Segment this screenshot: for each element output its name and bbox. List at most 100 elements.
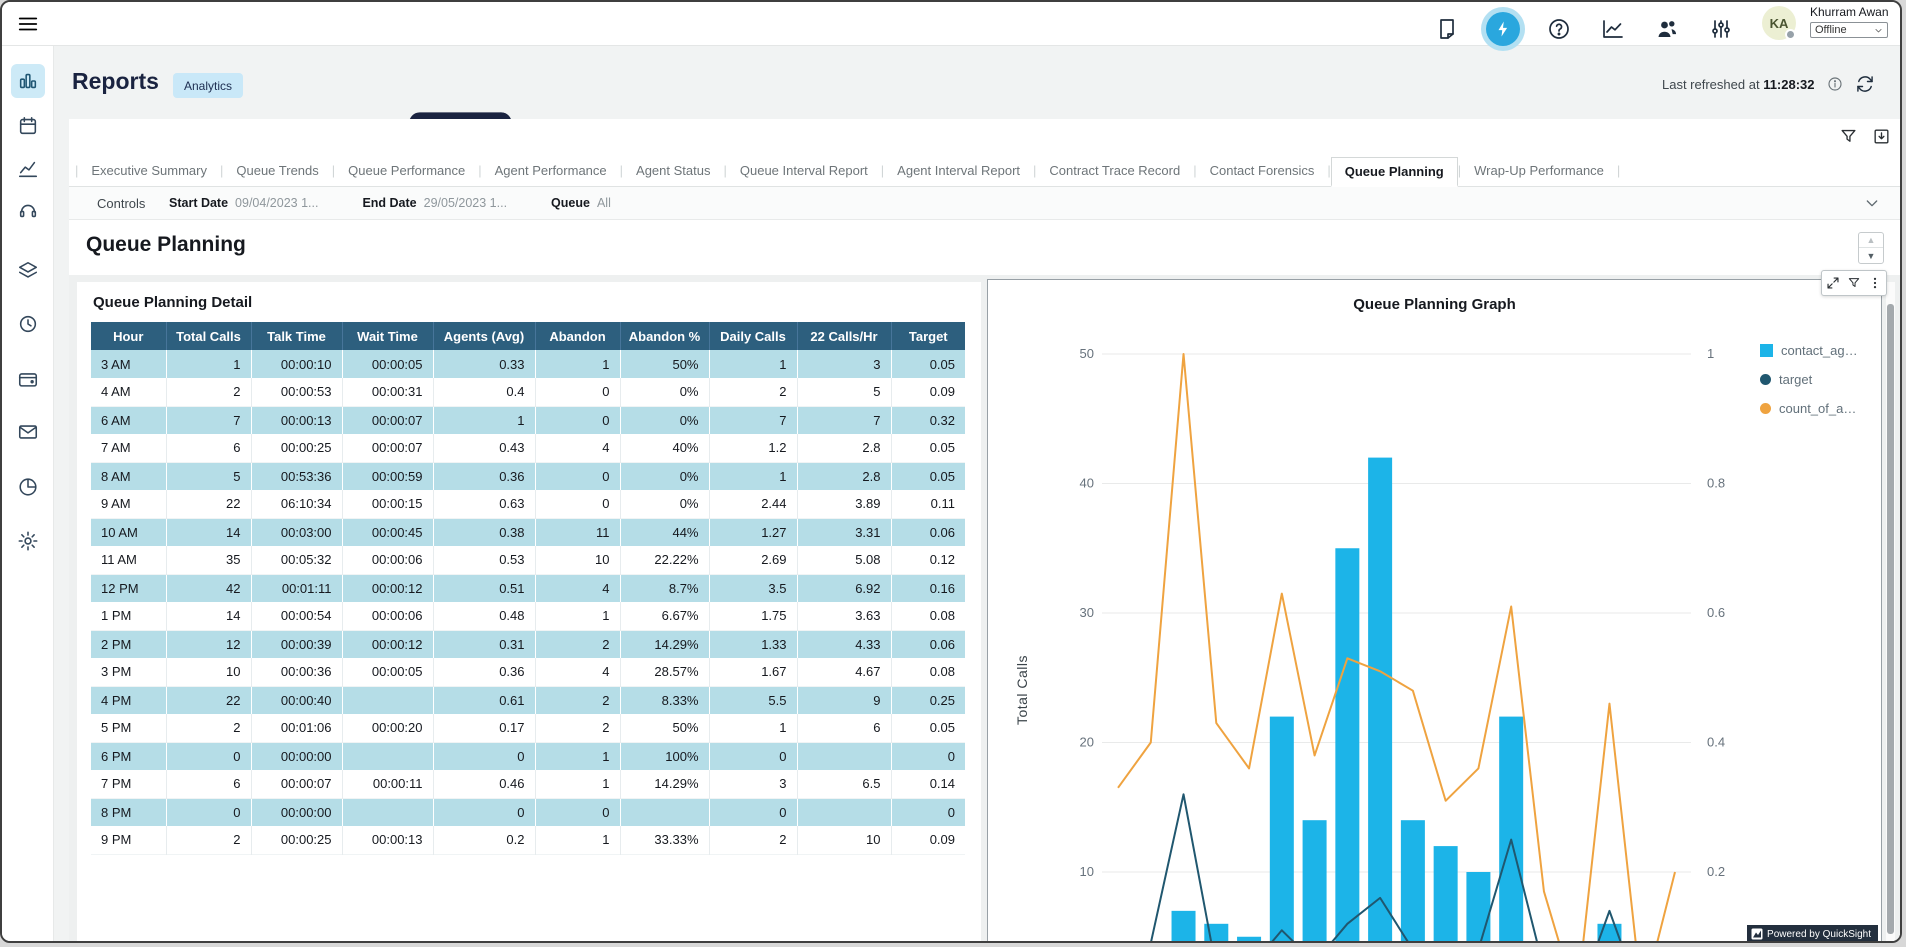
expand-icon[interactable]	[1826, 276, 1840, 290]
table-row: 9 AM2206:10:3400:00:150.6300%2.443.890.1…	[91, 490, 965, 518]
table-cell: 0	[166, 798, 251, 826]
table-cell: 1	[535, 350, 620, 378]
tab-executive-summary[interactable]: Executive Summary	[78, 157, 220, 185]
tab-queue-trends[interactable]: Queue Trends	[223, 157, 331, 185]
control-start-date[interactable]: Start Date09/04/2023 1...	[169, 196, 318, 210]
tab-queue-performance[interactable]: Queue Performance	[335, 157, 478, 185]
table-cell: 28.57%	[620, 658, 709, 686]
section-title: Queue Planning	[86, 233, 246, 257]
table-cell: 00:00:31	[342, 378, 433, 406]
filter-funnel-icon[interactable]	[1847, 276, 1861, 290]
spinner-down-button[interactable]: ▼	[1859, 248, 1883, 263]
table-cell: 0	[891, 742, 965, 770]
table-cell: 00:00:13	[342, 826, 433, 854]
trend-chart-icon[interactable]	[1601, 17, 1625, 41]
table-row: 9 PM200:00:2500:00:130.2133.33%2100.09	[91, 826, 965, 854]
table-cell: 0.11	[891, 490, 965, 518]
table-row: 3 PM1000:00:3600:00:050.36428.57%1.674.6…	[91, 658, 965, 686]
table-cell: 14.29%	[620, 630, 709, 658]
legend-item-target[interactable]: target	[1760, 371, 1858, 388]
sliders-icon[interactable]	[1709, 17, 1733, 41]
help-icon[interactable]	[1547, 17, 1571, 41]
legend-item-contact-ag[interactable]: contact_ag…	[1760, 342, 1858, 359]
table-cell: 22	[166, 686, 251, 714]
svg-text:50: 50	[1080, 346, 1094, 361]
table-cell: 00:00:59	[342, 462, 433, 490]
queue-planning-detail-panel: Queue Planning Detail HourTotal CallsTal…	[77, 282, 981, 943]
sidebar-item-gear[interactable]	[11, 524, 45, 558]
table-cell: 50%	[620, 714, 709, 742]
table-cell: 0.2	[433, 826, 535, 854]
table-cell: 00:00:25	[251, 434, 342, 462]
sidebar-item-wallet[interactable]	[11, 362, 45, 396]
status-select[interactable]: Offline	[1810, 22, 1888, 38]
svg-text:1: 1	[1707, 346, 1714, 361]
kebab-menu-icon[interactable]	[1868, 276, 1882, 290]
topbar-icon-group	[1435, 12, 1733, 46]
scrollbar-thumb[interactable]	[1887, 304, 1894, 934]
table-cell: 7 AM	[91, 434, 166, 462]
table-cell: 00:00:13	[251, 406, 342, 434]
chevron-down-icon[interactable]	[1864, 195, 1880, 211]
tab-contact-forensics[interactable]: Contact Forensics	[1197, 157, 1328, 185]
sidebar-item-line-chart[interactable]	[11, 152, 45, 186]
bar-chart-icon	[17, 70, 39, 92]
tab-queue-interval-report[interactable]: Queue Interval Report	[727, 157, 881, 185]
tab-agent-status[interactable]: Agent Status	[623, 157, 723, 185]
table-cell: 1 PM	[91, 602, 166, 630]
table-cell: 0.06	[891, 630, 965, 658]
flash-icon[interactable]	[1486, 12, 1520, 46]
table-cell: 10	[797, 826, 891, 854]
mail-icon	[17, 421, 39, 443]
sidebar-item-calendar[interactable]	[11, 109, 45, 143]
table-row: 3 AM100:00:1000:00:050.33150%130.05	[91, 350, 965, 378]
tab-agent-interval-report[interactable]: Agent Interval Report	[884, 157, 1033, 185]
tab-bar: |Executive Summary|Queue Trends|Queue Pe…	[69, 157, 1902, 187]
download-icon[interactable]	[1872, 127, 1891, 146]
info-icon[interactable]	[1827, 76, 1843, 92]
vertical-scrollbar[interactable]	[1886, 282, 1895, 943]
table-cell: 06:10:34	[251, 490, 342, 518]
table-cell: 6	[166, 770, 251, 798]
table-cell: 0	[535, 406, 620, 434]
sidebar-item-history[interactable]	[11, 307, 45, 341]
table-cell: 00:00:36	[251, 658, 342, 686]
sidebar-item-headset[interactable]	[11, 193, 45, 227]
tab-queue-planning[interactable]: Queue Planning	[1331, 157, 1458, 187]
table-cell: 2	[535, 630, 620, 658]
users-icon[interactable]	[1655, 17, 1679, 41]
tab-wrap-up-performance[interactable]: Wrap-Up Performance	[1461, 157, 1617, 185]
table-cell: 4 AM	[91, 378, 166, 406]
note-icon[interactable]	[1435, 17, 1459, 41]
sidebar-item-bar-chart[interactable]	[11, 64, 45, 98]
refresh-icon[interactable]	[1855, 74, 1875, 94]
table-row: 2 PM1200:00:3900:00:120.31214.29%1.334.3…	[91, 630, 965, 658]
column-header-target: Target	[891, 322, 965, 350]
table-cell: 2 PM	[91, 630, 166, 658]
hamburger-menu-icon[interactable]	[16, 13, 40, 35]
sheet-toolbar	[1839, 127, 1891, 146]
spinner-up-button[interactable]: ▲	[1859, 233, 1883, 248]
table-cell: 00:03:00	[251, 518, 342, 546]
legend-item-count-of-a[interactable]: count_of_a…	[1760, 400, 1858, 417]
table-cell: 0	[535, 490, 620, 518]
tab-agent-performance[interactable]: Agent Performance	[482, 157, 620, 185]
control-end-date[interactable]: End Date29/05/2023 1...	[362, 196, 507, 210]
sidebar-item-mail[interactable]	[11, 415, 45, 449]
table-cell: 7 PM	[91, 770, 166, 798]
table-cell: 0.06	[891, 518, 965, 546]
sidebar-item-pie-chart[interactable]	[11, 470, 45, 504]
table-cell: 0%	[620, 490, 709, 518]
tab-contract-trace-record[interactable]: Contract Trace Record	[1036, 157, 1193, 185]
column-header-daily-calls: Daily Calls	[709, 322, 797, 350]
table-cell: 3 AM	[91, 350, 166, 378]
table-cell: 1	[535, 770, 620, 798]
table-cell: 0.32	[891, 406, 965, 434]
table-cell: 00:00:00	[251, 798, 342, 826]
sidebar-item-layers[interactable]	[11, 254, 45, 288]
table-cell: 6.92	[797, 574, 891, 602]
control-queue[interactable]: QueueAll	[551, 196, 611, 210]
filter-funnel-icon[interactable]	[1839, 127, 1858, 146]
wallet-icon	[17, 368, 39, 390]
table-row: 8 PM000:00:000000	[91, 798, 965, 826]
